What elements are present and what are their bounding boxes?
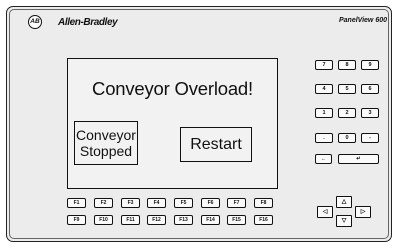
f7-key[interactable]: F7 — [227, 198, 246, 208]
conveyor-stopped-line1: Conveyor — [76, 127, 136, 143]
arrow-up-key[interactable]: △ — [336, 196, 352, 208]
key-3[interactable]: 3 — [361, 108, 379, 118]
f8-key[interactable]: F8 — [254, 198, 273, 208]
enter-key[interactable]: ↵ — [338, 154, 379, 164]
display-screen: Conveyor Overload! Conveyor Stopped Rest… — [67, 58, 278, 189]
conveyor-stopped-button[interactable]: Conveyor Stopped — [74, 121, 138, 165]
alarm-title: Conveyor Overload! — [92, 78, 253, 99]
f5-key[interactable]: F5 — [174, 198, 193, 208]
f1-key[interactable]: F1 — [67, 198, 86, 208]
key-minus[interactable]: - — [361, 133, 379, 143]
key-7[interactable]: 7 — [315, 60, 333, 70]
key-4[interactable]: 4 — [315, 84, 333, 94]
f6-key[interactable]: F6 — [201, 198, 220, 208]
key-8[interactable]: 8 — [338, 60, 356, 70]
model-label: PanelView 600 — [339, 17, 387, 24]
key-2[interactable]: 2 — [338, 108, 356, 118]
arrow-down-key[interactable]: ▽ — [336, 215, 352, 227]
f15-key[interactable]: F15 — [227, 215, 246, 225]
allen-bradley-logo: AB — [28, 15, 42, 29]
key-6[interactable]: 6 — [361, 84, 379, 94]
f2-key[interactable]: F2 — [94, 198, 113, 208]
f11-key[interactable]: F11 — [121, 215, 140, 225]
f3-key[interactable]: F3 — [121, 198, 140, 208]
f4-key[interactable]: F4 — [147, 198, 166, 208]
f13-key[interactable]: F13 — [174, 215, 193, 225]
f16-key[interactable]: F16 — [254, 215, 273, 225]
f10-key[interactable]: F10 — [94, 215, 113, 225]
key-1[interactable]: 1 — [315, 108, 333, 118]
logo-text: AB — [30, 18, 40, 25]
brand-label: Allen-Bradley — [58, 17, 118, 28]
restart-button[interactable]: Restart — [180, 127, 252, 162]
f12-key[interactable]: F12 — [147, 215, 166, 225]
f9-key[interactable]: F9 — [67, 215, 86, 225]
key-0[interactable]: 0 — [338, 133, 356, 143]
arrow-right-key[interactable]: ▷ — [355, 206, 371, 218]
key-5[interactable]: 5 — [338, 84, 356, 94]
f14-key[interactable]: F14 — [201, 215, 220, 225]
backspace-key[interactable]: ← — [315, 154, 332, 164]
arrow-left-key[interactable]: ◁ — [317, 206, 333, 218]
key-decimal[interactable]: . — [315, 133, 333, 143]
conveyor-stopped-line2: Stopped — [79, 143, 133, 159]
key-9[interactable]: 9 — [361, 60, 379, 70]
